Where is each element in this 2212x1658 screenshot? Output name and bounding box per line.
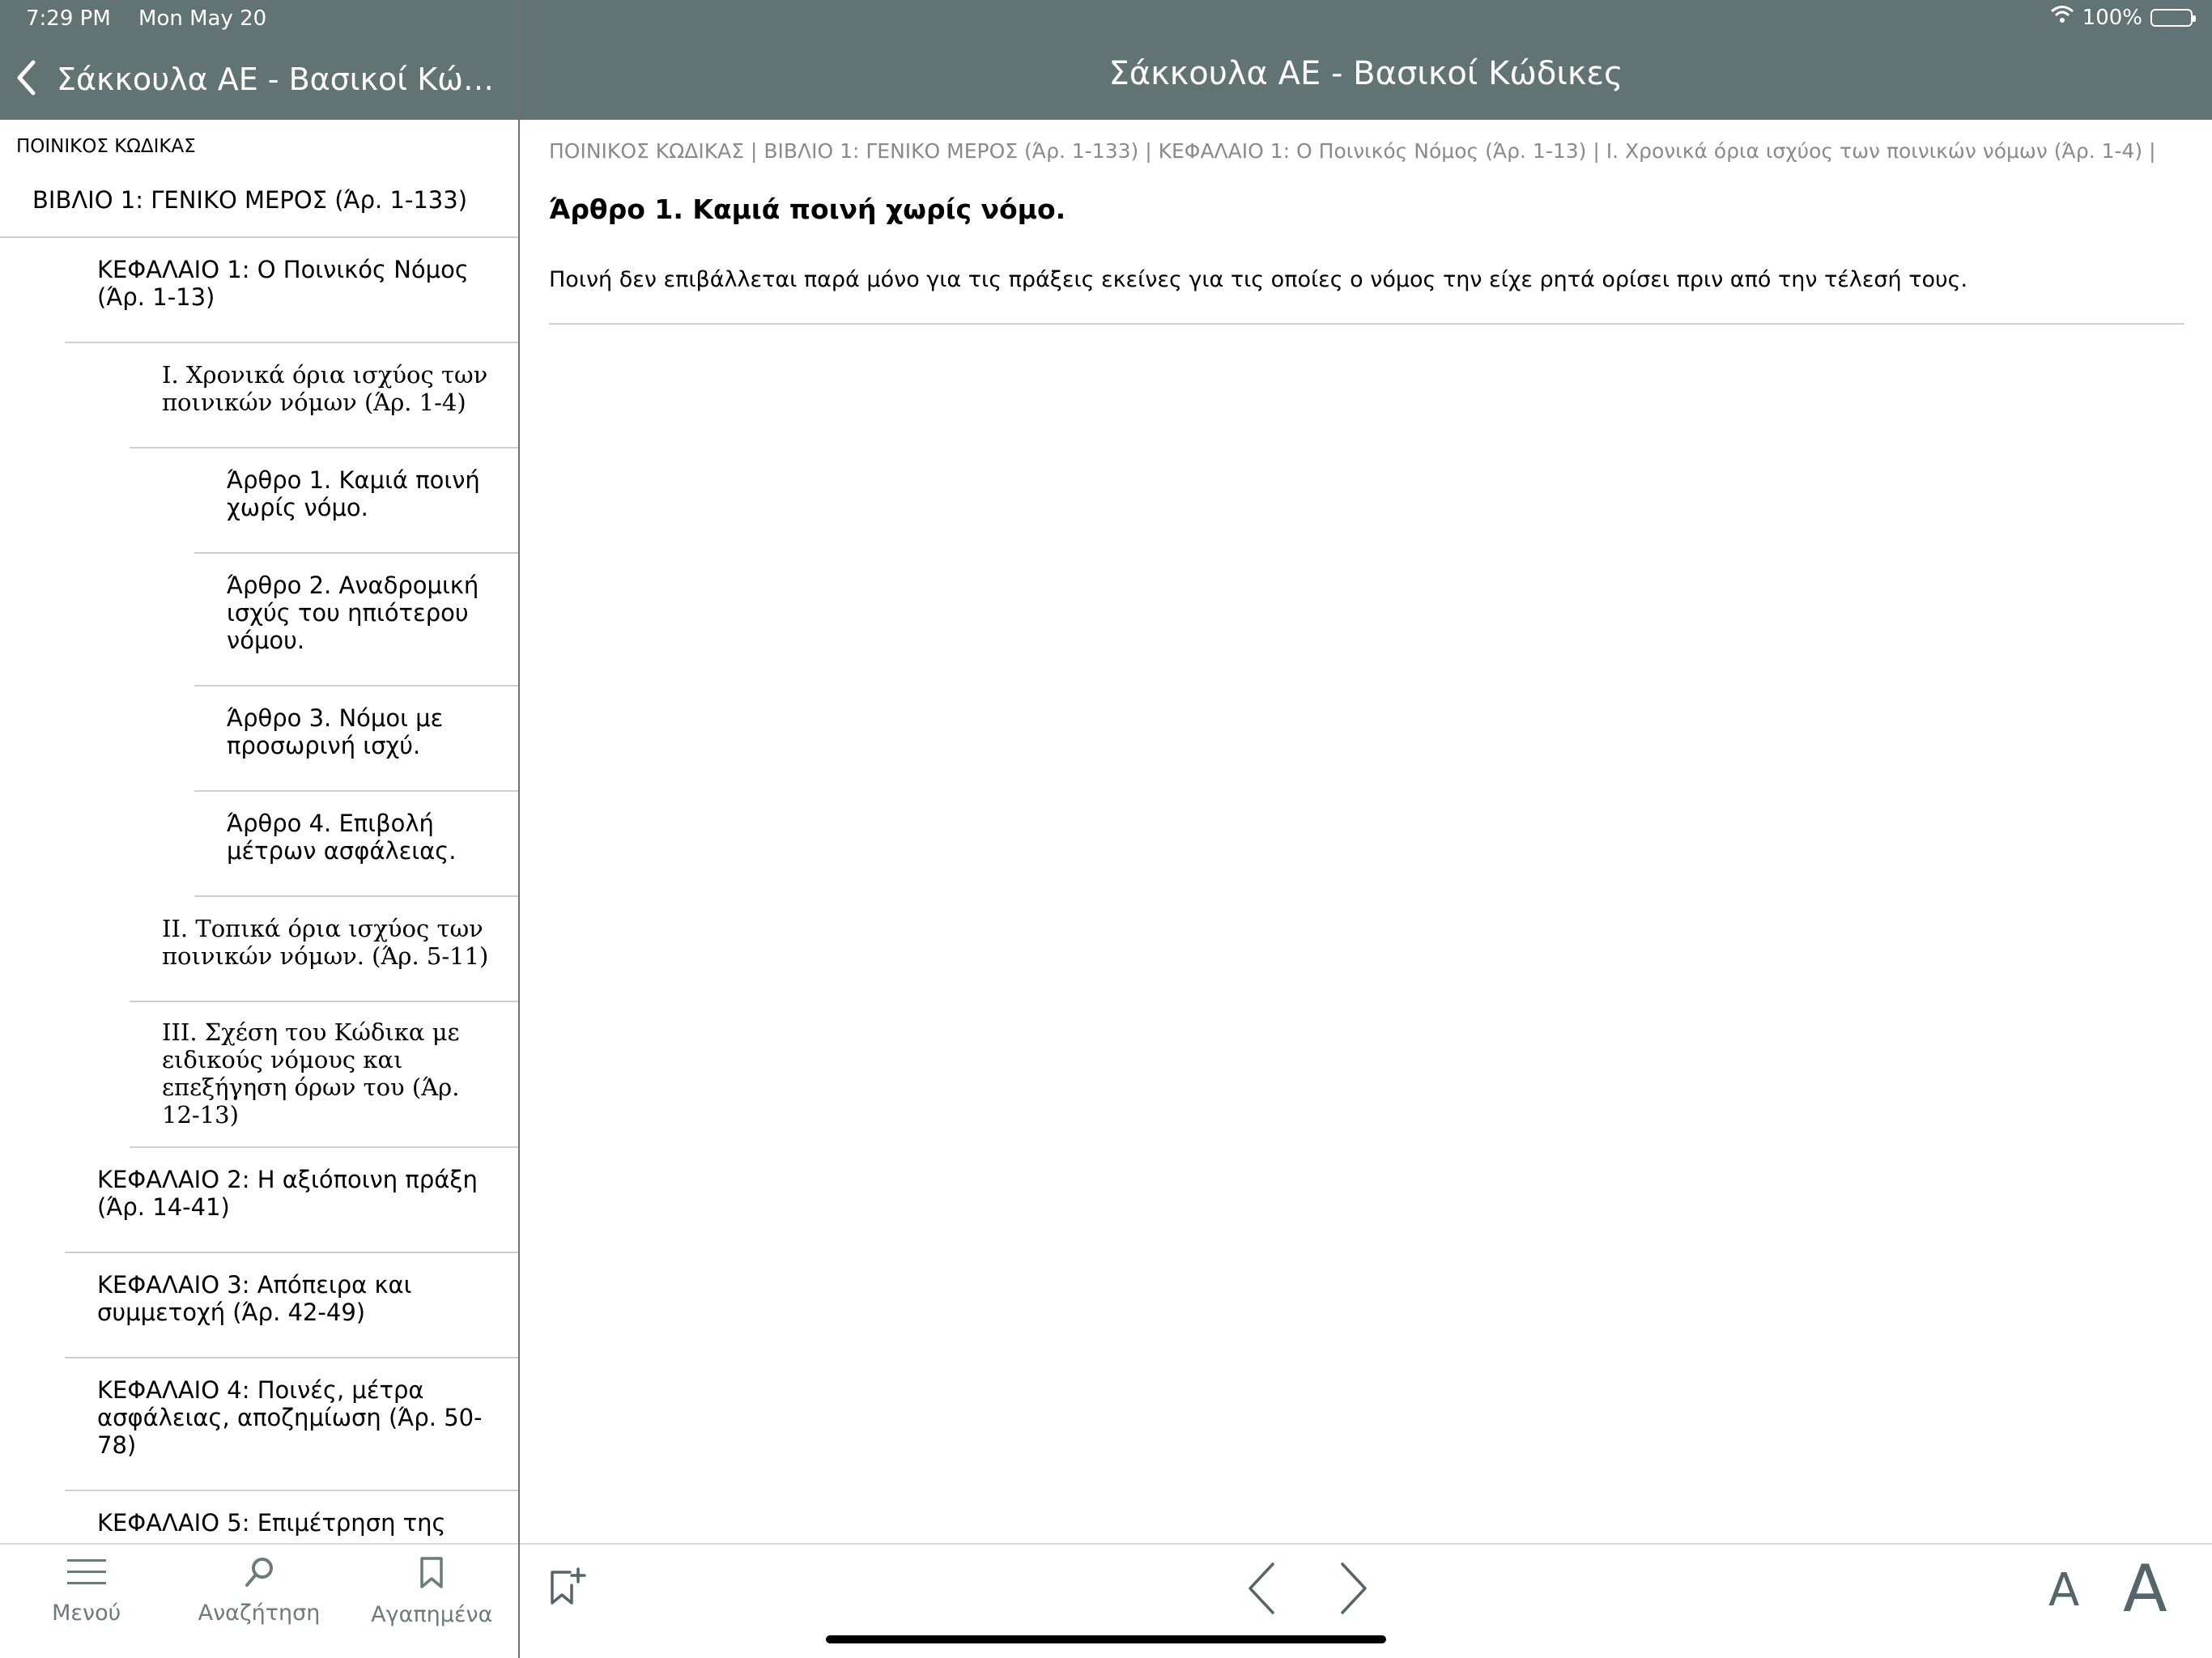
article-view: ΠΟΙΝΙΚΟΣ ΚΩΔΙΚΑΣ | ΒΙΒΛΙΟ 1: ΓΕΝΙΚΟ ΜΕΡΟ… bbox=[520, 120, 2212, 1543]
toc-item-label: ΒΙΒΛΙΟ 1: ΓΕΝΙΚΟ ΜΕΡΟΣ (Άρ. 1-133) bbox=[32, 186, 468, 214]
bookmark-icon bbox=[419, 1556, 445, 1602]
battery-icon bbox=[2150, 8, 2196, 27]
top-bar: 7:29 PM Mon May 20 100% Σάκκουλα ΑΕ - Βα… bbox=[0, 0, 2212, 120]
status-date: Mon May 20 bbox=[138, 6, 267, 31]
toc-item-label: Άρθρο 2. Αναδρομική ισχύς του ηπιότερου … bbox=[227, 572, 479, 654]
toc-item-section-3[interactable]: ΙΙΙ. Σχέση του Κώδικα με ειδικούς νόμους… bbox=[130, 1002, 518, 1148]
tab-bar: Μενού Αναζήτηση Αγαπημένα bbox=[0, 1543, 518, 1658]
toc-item-label: Άρθρο 3. Νόμοι με προσωρινή ισχύ. bbox=[227, 704, 444, 759]
toc-item-label: ΙΙΙ. Σχέση του Κώδικα με ειδικούς νόμους… bbox=[162, 1018, 460, 1129]
toc-item-article-4[interactable]: Άρθρο 4. Επιβολή μέτρων ασφάλειας. bbox=[194, 792, 518, 897]
decrease-font-button[interactable]: A bbox=[2048, 1564, 2079, 1617]
page-title: Σάκκουλα ΑΕ - Βασικοί Κώδικες bbox=[1108, 55, 1623, 92]
tab-favorites[interactable]: Αγαπημένα bbox=[346, 1545, 518, 1658]
sidebar-toc[interactable]: ΠΟΙΝΙΚΟΣ ΚΩΔΙΚΑΣ ΒΙΒΛΙΟ 1: ΓΕΝΙΚΟ ΜΕΡΟΣ … bbox=[0, 120, 518, 1543]
toc-item-chapter-4[interactable]: ΚΕΦΑΛΑΙΟ 4: Ποινές, μέτρα ασφάλειας, απο… bbox=[65, 1358, 518, 1491]
tab-menu-label: Μενού bbox=[52, 1601, 121, 1626]
tab-search-label: Αναζήτηση bbox=[198, 1601, 321, 1626]
chevron-left-icon bbox=[1245, 1562, 1278, 1619]
next-article-button[interactable] bbox=[1338, 1561, 1370, 1619]
toc-item-chapter-5[interactable]: ΚΕΦΑΛΑΙΟ 5: Επιμέτρηση της bbox=[65, 1491, 518, 1543]
toc-item-section-1[interactable]: Ι. Χρονικά όρια ισχύος των ποινικών νόμω… bbox=[130, 343, 518, 449]
toc-item-label: Άρθρο 1. Καμιά ποινή χωρίς νόμο. bbox=[227, 466, 480, 521]
toc-item-chapter-2[interactable]: ΚΕΦΑΛΑΙΟ 2: Η αξιόποινη πράξη (Άρ. 14-41… bbox=[65, 1148, 518, 1253]
breadcrumb: ΠΟΙΝΙΚΟΣ ΚΩΔΙΚΑΣ | ΒΙΒΛΙΟ 1: ΓΕΝΙΚΟ ΜΕΡΟ… bbox=[549, 139, 2156, 163]
article-body: Ποινή δεν επιβάλλεται παρά μόνο για τις … bbox=[549, 267, 1968, 292]
article-title: Άρθρο 1. Καμιά ποινή χωρίς νόμο. bbox=[549, 193, 1066, 225]
toc-item-book-1[interactable]: ΒΙΒΛΙΟ 1: ΓΕΝΙΚΟ ΜΕΡΟΣ (Άρ. 1-133) bbox=[0, 168, 518, 238]
toc-item-label: Ι. Χρονικά όρια ισχύος των ποινικών νόμω… bbox=[162, 361, 488, 416]
chevron-right-icon bbox=[1338, 1562, 1370, 1619]
status-time: 7:29 PM bbox=[26, 6, 111, 31]
toc-item-label: ΚΕΦΑΛΑΙΟ 2: Η αξιόποινη πράξη (Άρ. 14-41… bbox=[97, 1166, 478, 1221]
toc-item-label: ΚΕΦΑΛΑΙΟ 5: Επιμέτρηση της bbox=[97, 1509, 446, 1537]
toc-item-chapter-3[interactable]: ΚΕΦΑΛΑΙΟ 3: Απόπειρα και συμμετοχή (Άρ. … bbox=[65, 1253, 518, 1358]
toc-item-label: Άρθρο 4. Επιβολή μέτρων ασφάλειας. bbox=[227, 810, 457, 865]
toc-item-section-2[interactable]: ΙΙ. Τοπικά όρια ισχύος των ποινικών νόμω… bbox=[130, 897, 518, 1002]
add-bookmark-button[interactable] bbox=[549, 1566, 586, 1609]
toc-item-label: ΚΕΦΑΛΑΙΟ 3: Απόπειρα και συμμετοχή (Άρ. … bbox=[97, 1271, 412, 1326]
back-button[interactable] bbox=[0, 47, 52, 112]
sidebar-nav-bar: Σάκκουλα ΑΕ - Βασικοί Κώδικες bbox=[0, 47, 518, 112]
toc-item-article-2[interactable]: Άρθρο 2. Αναδρομική ισχύς του ηπιότερου … bbox=[194, 554, 518, 687]
toc-item-chapter-1[interactable]: ΚΕΦΑΛΑΙΟ 1: Ο Ποινικός Νόμος (Άρ. 1-13) bbox=[65, 238, 518, 343]
menu-icon bbox=[66, 1556, 108, 1601]
toc-item-label: ΚΕΦΑΛΑΙΟ 4: Ποινές, μέτρα ασφάλειας, απο… bbox=[97, 1376, 483, 1459]
toc-item-article-1[interactable]: Άρθρο 1. Καμιά ποινή χωρίς νόμο. bbox=[194, 449, 518, 554]
toc-item-label: ΚΕΦΑΛΑΙΟ 1: Ο Ποινικός Νόμος (Άρ. 1-13) bbox=[97, 256, 469, 311]
bookmark-add-icon bbox=[549, 1567, 586, 1609]
tab-favorites-label: Αγαπημένα bbox=[371, 1602, 493, 1627]
status-indicators: 100% bbox=[2050, 5, 2196, 30]
toc-item-label: ΙΙ. Τοπικά όρια ισχύος των ποινικών νόμω… bbox=[162, 915, 489, 970]
status-time-date: 7:29 PM Mon May 20 bbox=[26, 6, 287, 31]
previous-article-button[interactable] bbox=[1245, 1561, 1278, 1619]
search-icon bbox=[243, 1556, 275, 1601]
wifi-icon bbox=[2050, 5, 2074, 30]
toc-item-article-3[interactable]: Άρθρο 3. Νόμοι με προσωρινή ισχύ. bbox=[194, 687, 518, 792]
sidebar-header: ΠΟΙΝΙΚΟΣ ΚΩΔΙΚΑΣ bbox=[16, 136, 196, 157]
tab-menu[interactable]: Μενού bbox=[0, 1545, 172, 1658]
back-chevron-icon bbox=[15, 59, 36, 100]
battery-percent: 100% bbox=[2082, 5, 2142, 30]
increase-font-button[interactable]: A bbox=[2123, 1551, 2167, 1626]
sidebar-title: Σάκκουλα ΑΕ - Βασικοί Κώδικες bbox=[57, 62, 510, 97]
home-indicator bbox=[826, 1635, 1386, 1643]
tab-search[interactable]: Αναζήτηση bbox=[172, 1545, 345, 1658]
article-divider bbox=[549, 323, 2184, 325]
